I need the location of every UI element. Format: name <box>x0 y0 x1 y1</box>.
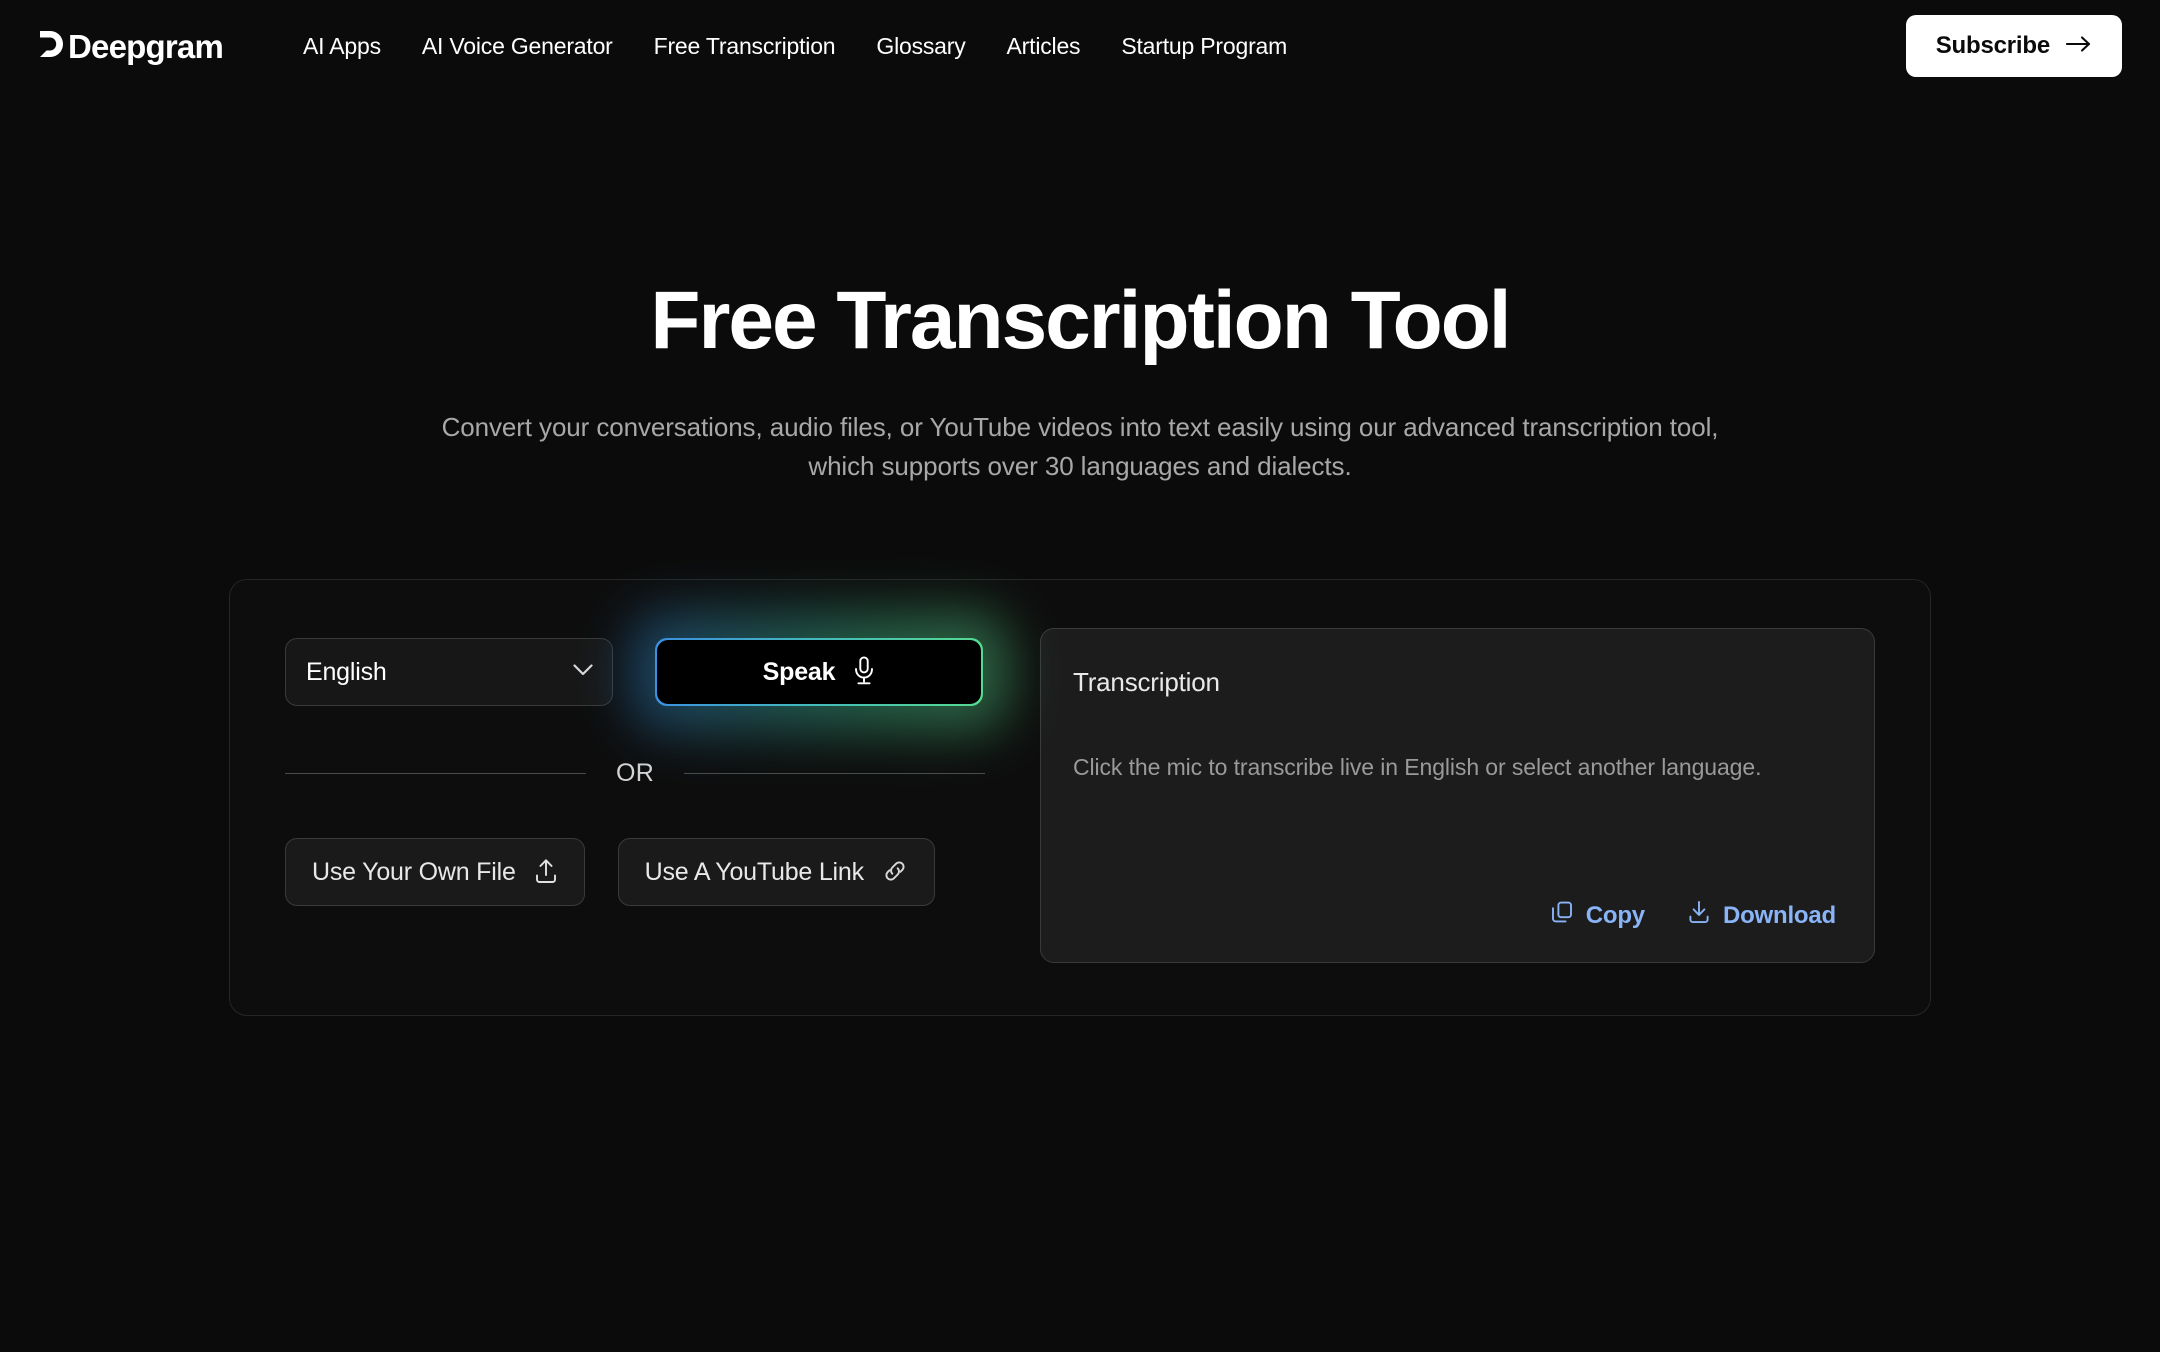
language-select[interactable]: English <box>285 638 613 707</box>
transcription-panel: Transcription Click the mic to transcrib… <box>1040 628 1875 964</box>
transcription-tool-card: English Speak OR Use Your Own File Use A… <box>229 579 1931 1017</box>
logo-wordmark: Deepgram <box>68 27 224 65</box>
nav-item-ai-voice-generator[interactable]: AI Voice Generator <box>422 33 613 60</box>
deepgram-logo[interactable]: Deepgram <box>38 27 224 65</box>
main-navigation: AI Apps AI Voice Generator Free Transcri… <box>303 33 1287 60</box>
link-icon <box>882 858 908 887</box>
speak-button-inner: Speak <box>656 639 982 705</box>
header-actions: Subscribe <box>1905 15 2122 77</box>
use-youtube-link-label: Use A YouTube Link <box>644 857 864 886</box>
use-own-file-label: Use Your Own File <box>312 857 516 886</box>
use-own-file-button[interactable]: Use Your Own File <box>285 838 585 907</box>
deepgram-d-mark <box>38 29 64 64</box>
download-label: Download <box>1722 901 1836 929</box>
download-icon <box>1687 899 1711 932</box>
arrow-right-icon <box>2065 32 2092 60</box>
nav-item-ai-apps[interactable]: AI Apps <box>303 33 381 60</box>
speak-button[interactable]: Speak <box>655 638 983 707</box>
transcription-placeholder-text: Click the mic to transcribe live in Engl… <box>1073 754 1762 781</box>
site-header: Deepgram AI Apps AI Voice Generator Free… <box>0 0 2160 92</box>
speak-button-wrapper: Speak <box>655 638 983 707</box>
divider-line-right <box>683 773 985 775</box>
use-youtube-link-button[interactable]: Use A YouTube Link <box>617 838 935 907</box>
download-button[interactable]: Download <box>1687 899 1836 932</box>
nav-item-startup-program[interactable]: Startup Program <box>1121 33 1287 60</box>
subscribe-label: Subscribe <box>1935 32 2050 59</box>
subscribe-button[interactable]: Subscribe <box>1905 15 2122 77</box>
transcription-title: Transcription <box>1073 667 1220 698</box>
microphone-icon <box>853 655 875 689</box>
page-subtitle: Convert your conversations, audio files,… <box>441 412 1719 481</box>
copy-button[interactable]: Copy <box>1550 900 1645 931</box>
page-title: Free Transcription Tool <box>650 275 1511 366</box>
language-select-wrapper: English <box>285 638 613 707</box>
copy-label: Copy <box>1585 901 1645 929</box>
divider-line-left <box>285 773 587 775</box>
controls-bottom-row: Use Your Own File Use A YouTube Link <box>285 838 985 907</box>
transcription-actions: Copy Download <box>1073 869 1836 932</box>
nav-item-free-transcription[interactable]: Free Transcription <box>654 33 836 60</box>
controls-top-row: English Speak <box>285 638 985 707</box>
hero-section: Free Transcription Tool Convert your con… <box>0 92 2160 485</box>
speak-label: Speak <box>762 657 836 686</box>
nav-item-articles[interactable]: Articles <box>1007 33 1081 60</box>
tool-controls-column: English Speak OR Use Your Own File Use A… <box>285 628 985 963</box>
or-divider: OR <box>285 759 985 788</box>
divider-label: OR <box>616 759 654 788</box>
upload-icon <box>534 858 558 887</box>
nav-item-glossary[interactable]: Glossary <box>876 33 965 60</box>
copy-icon <box>1550 900 1574 931</box>
